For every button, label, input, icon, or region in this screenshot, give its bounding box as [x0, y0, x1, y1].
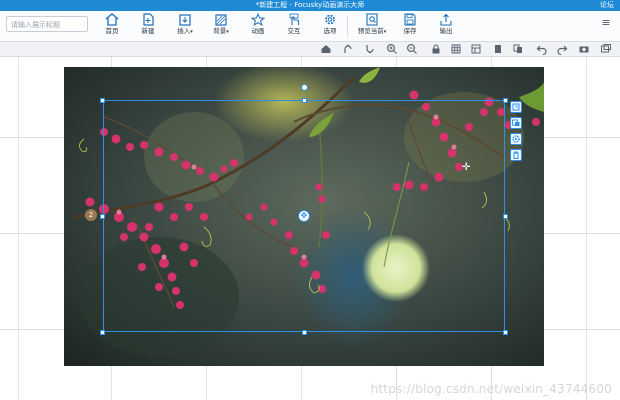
options-button[interactable]: 选项: [315, 13, 345, 41]
export-button-label: 输出: [439, 27, 453, 35]
replace-image-icon[interactable]: [510, 117, 522, 129]
copy-icon[interactable]: [512, 43, 524, 55]
options-button-label: 选项: [323, 27, 337, 35]
preview-current-button[interactable]: 预览当前▾: [353, 13, 391, 41]
zoom-out-icon[interactable]: [406, 43, 418, 55]
home-button[interactable]: 首页: [97, 13, 127, 41]
pages-icon[interactable]: [492, 43, 504, 55]
frame-side-tools: [510, 101, 524, 165]
search-input[interactable]: 请输入展示标题: [6, 16, 88, 32]
resize-handle-bottom-left[interactable]: [100, 330, 105, 335]
new-button[interactable]: 新建: [133, 13, 163, 41]
redo-icon[interactable]: [556, 43, 568, 55]
grid-line: [18, 57, 19, 400]
window-icon[interactable]: [600, 43, 612, 55]
rotate-handle-icon[interactable]: [301, 84, 308, 91]
gear-icon: [325, 14, 335, 25]
insert-button-label: 插入: [177, 27, 191, 35]
preview-button-label: 预览当前: [357, 27, 384, 35]
align-down-icon[interactable]: [364, 43, 376, 55]
interaction-button-label: 交互: [287, 27, 301, 35]
export-button[interactable]: 输出: [431, 13, 461, 41]
resize-handle-right[interactable]: [503, 214, 508, 219]
preview-dropdown-caret-icon: ▾: [383, 29, 387, 35]
canvas-toolbar: [0, 42, 620, 57]
insert-icon: [179, 14, 191, 26]
undo-icon[interactable]: [536, 43, 548, 55]
home-icon[interactable]: [320, 43, 332, 55]
edit-frame-icon[interactable]: [510, 101, 522, 113]
watermark: https://blog.csdn.net/weixin_43744600: [370, 382, 612, 396]
resize-handle-left[interactable]: [100, 214, 105, 219]
background-icon: [215, 14, 227, 26]
export-icon: [440, 13, 452, 26]
menu-icon[interactable]: ≡: [598, 15, 614, 31]
lock-icon[interactable]: [430, 43, 442, 55]
save-button[interactable]: 保存: [395, 13, 425, 41]
editing-canvas[interactable]: ✥ 2 ✛ https://blog.csdn.net/weixin_43744…: [0, 57, 620, 400]
animation-button-label: 动画: [251, 27, 265, 35]
new-button-label: 新建: [141, 27, 155, 35]
save-icon: [404, 13, 416, 26]
insert-button[interactable]: 插入▾: [170, 13, 200, 41]
save-button-label: 保存: [403, 27, 417, 35]
resize-handle-bottom-right[interactable]: [503, 330, 508, 335]
grid-line: [586, 57, 587, 400]
zoom-in-icon[interactable]: [386, 43, 398, 55]
resize-handle-bottom[interactable]: [302, 330, 307, 335]
layout-icon[interactable]: [470, 43, 482, 55]
resize-handle-top-left[interactable]: [100, 98, 105, 103]
new-file-icon: [143, 13, 154, 26]
home-icon: [105, 13, 119, 26]
interaction-button[interactable]: 交互: [279, 13, 309, 41]
align-up-icon[interactable]: [342, 43, 354, 55]
background-dropdown-caret-icon: ▾: [226, 29, 229, 35]
move-handle-icon[interactable]: ✥: [298, 210, 310, 222]
background-button-label: 背景: [213, 27, 227, 35]
grid-icon[interactable]: [450, 43, 462, 55]
frame-number-badge[interactable]: 2: [85, 209, 97, 221]
home-button-label: 首页: [105, 27, 119, 35]
settings-icon[interactable]: [510, 133, 522, 145]
move-cursor-icon: ✛: [462, 162, 471, 173]
forum-link[interactable]: 论坛: [600, 0, 614, 11]
background-button[interactable]: 背景▾: [206, 13, 236, 41]
ribbon-toolbar: 请输入展示标题 首页 新建 插入▾ 背景▾ 动画 交互 选项 预览当前▾ 保存 …: [0, 11, 620, 42]
resize-handle-top[interactable]: [302, 98, 307, 103]
resize-handle-top-right[interactable]: [503, 98, 508, 103]
animation-button[interactable]: 动画: [243, 13, 273, 41]
insert-dropdown-caret-icon: ▾: [190, 29, 193, 35]
delete-icon[interactable]: [510, 149, 522, 161]
star-animation-icon: [251, 13, 265, 26]
title-bar: *新建工程 - Focusky动画演示大师 论坛: [0, 0, 620, 11]
window-title: *新建工程 - Focusky动画演示大师: [255, 1, 365, 9]
preview-icon: [366, 13, 378, 26]
ribbon-separator: [347, 15, 348, 37]
camera-icon[interactable]: [578, 43, 590, 55]
interaction-icon: [289, 13, 300, 25]
